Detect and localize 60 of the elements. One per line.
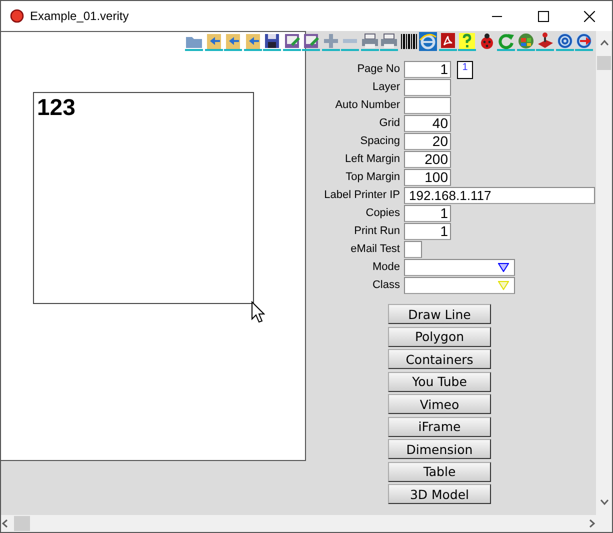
field-label: Layer — [371, 80, 400, 95]
number-field[interactable]: 1 — [404, 222, 451, 240]
number-field[interactable]: 200 — [404, 150, 451, 168]
tool-button[interactable]: Vimeo — [388, 394, 491, 414]
tool-button[interactable]: iFrame — [388, 416, 491, 436]
floppy-edit-icon[interactable] — [282, 32, 300, 51]
label-box[interactable]: 123 — [33, 92, 254, 304]
field-label: Auto Number — [334, 98, 400, 113]
field-label: Copies — [364, 206, 400, 221]
scroll-thumb[interactable] — [14, 516, 30, 531]
vertical-scrollbar[interactable] — [596, 31, 612, 532]
number-field[interactable]: 100 — [404, 168, 451, 186]
tool-button[interactable]: 3D Model — [388, 484, 491, 504]
number-field[interactable]: 1 — [404, 204, 451, 222]
tool-button[interactable]: Dimension — [388, 439, 491, 459]
colorful-ball-icon[interactable] — [516, 32, 534, 51]
field-label: Print Run — [353, 224, 400, 239]
checkbox[interactable] — [404, 240, 422, 258]
field-label: Class — [371, 278, 400, 293]
field-label: Mode — [371, 260, 400, 275]
field-label: Page No — [356, 62, 400, 77]
field-label: Label Printer IP — [323, 188, 400, 203]
horizontal-scrollbar[interactable] — [1, 515, 596, 532]
scroll-right-icon[interactable] — [587, 519, 596, 528]
field-label: eMail Test — [350, 242, 400, 257]
number-field[interactable]: 1 — [404, 60, 451, 78]
scroll-down-icon[interactable] — [600, 497, 608, 506]
field-label: Grid — [378, 116, 400, 131]
browser-icon[interactable] — [419, 32, 437, 51]
scroll-up-icon[interactable] — [600, 39, 608, 48]
app-icon — [10, 9, 24, 23]
dropdown-field[interactable] — [404, 276, 515, 294]
field-label: Top Margin — [344, 170, 400, 185]
tool-button[interactable]: Polygon — [388, 326, 491, 346]
joystick-icon[interactable] — [536, 32, 554, 51]
dropdown-field[interactable] — [404, 258, 515, 276]
tool-button[interactable]: Table — [388, 462, 491, 482]
pdf-icon[interactable] — [438, 32, 456, 51]
number-field[interactable]: 20 — [404, 132, 451, 150]
tool-button[interactable]: Containers — [388, 349, 491, 369]
maximize-icon — [538, 10, 548, 22]
page-indicator: 1 — [457, 61, 473, 79]
scroll-thumb[interactable] — [597, 56, 611, 70]
number-field[interactable] — [404, 96, 451, 114]
scroll-left-icon[interactable] — [1, 519, 10, 528]
tool-button[interactable]: You Tube — [388, 372, 491, 392]
printer-icon[interactable] — [380, 32, 398, 51]
printer-icon[interactable] — [360, 32, 378, 51]
close-icon — [584, 10, 594, 22]
field-label: Spacing — [359, 134, 400, 149]
tool-button[interactable]: Draw Line — [388, 304, 491, 324]
text-field[interactable]: 192.168.1.117 — [404, 186, 595, 204]
mouse-pointer-icon — [251, 301, 265, 323]
number-field[interactable]: 40 — [404, 114, 451, 132]
label-text: 123 — [37, 94, 76, 121]
number-field[interactable] — [404, 78, 451, 96]
floppy-edit-icon[interactable] — [302, 32, 320, 51]
window-title: Example_01.verity — [30, 9, 130, 23]
field-label: Left Margin — [344, 152, 400, 167]
barcode-icon[interactable] — [400, 32, 418, 51]
